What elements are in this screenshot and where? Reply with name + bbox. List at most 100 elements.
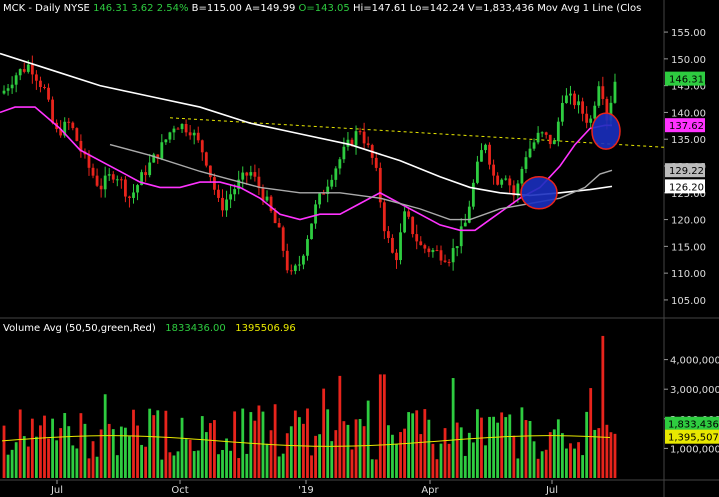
volume-bar [10,449,14,478]
candle-body [386,231,390,238]
candle-body [310,223,313,240]
candle-body [265,196,269,201]
volume-bar [43,415,46,478]
volume-bar [528,421,532,478]
volume-current: 1833436.00 [165,323,226,334]
volume-bar [71,445,75,478]
candle-body [378,167,382,203]
candle-body [297,264,301,266]
volume-bar [427,419,431,478]
candle-body [585,113,589,123]
volume-bar [99,429,103,478]
candle-body [411,216,415,235]
volume-bar [310,455,313,478]
candle-body [459,226,463,247]
candle-body [508,178,512,186]
volume-bar [281,453,285,478]
volume-bar [358,419,362,478]
candle-body [124,179,127,197]
volume-bar [407,412,411,478]
symbol-label: MCK - Daily NYSE [3,3,90,14]
volume-bar [144,446,148,478]
volume-bar [565,448,568,478]
volume-bar [540,451,544,478]
volume-bar [391,434,394,478]
volume-bar [334,430,338,478]
volume-bar [172,455,176,478]
candle-body [289,270,293,272]
candle-body [208,165,212,178]
candle-body [18,69,22,76]
volume-bar [63,413,67,478]
volume-bar [597,428,601,478]
volume-bar [354,419,358,478]
high-value: Hi=147.61 [352,3,407,14]
price-tag-label: 126.20 [669,182,704,193]
volume-bar [500,412,504,478]
candle-body [560,102,564,122]
price-tick-label: 115.00 [671,242,706,253]
candle-body [6,88,10,91]
volume-bar [451,378,455,478]
candle-body [463,222,467,227]
volume-bar [119,426,123,478]
volume-avg-label: Volume Avg (50,50,green,Red) [3,323,156,334]
volume-tick-label: 1,000,000 [670,444,719,455]
volume-bar [124,427,127,478]
volume-bar [362,426,366,478]
candle-body [148,162,152,176]
volume-bar [132,409,135,478]
candle-body [188,132,192,136]
candle-body [439,250,443,261]
candle-body [273,210,277,224]
volume-bar [496,422,500,478]
volume-bar [512,435,516,478]
candle-body [423,245,427,249]
volume-bar [152,415,156,478]
volume-bar [609,432,613,478]
volume-bar [95,456,99,478]
volume-bar [443,428,447,478]
volume-bar [306,408,309,478]
candle-body [10,84,14,89]
candle-body [14,75,18,85]
volume-bar [156,410,160,478]
candle-body [540,132,544,134]
y-axis: 105.00110.00115.00120.00125.00130.00135.… [664,28,719,455]
candle-body [180,123,184,130]
volume-bar [47,438,50,478]
volume-bar [613,433,617,478]
candle-body [22,69,26,72]
candle-body [285,250,289,271]
volume-bar [30,418,34,478]
volume-bar [245,453,249,478]
volume-bar [192,451,196,478]
candle-body [221,197,224,211]
candle-body [569,93,572,96]
candle-body [415,234,419,242]
volume-tick-label: 4,000,000 [670,356,719,367]
candle-body [500,179,504,185]
volume-bar [289,426,293,478]
volume-bar [455,422,459,478]
candle-body [548,134,552,145]
candle-body [419,241,423,246]
volume-bar [338,375,342,478]
volume-bar [378,374,382,478]
crossover-circle [591,112,621,150]
volume-bar [314,435,317,478]
volume-bar [532,441,536,478]
volume-bar [366,400,370,478]
candle-body [496,175,500,185]
candle-body [334,168,338,180]
volume-bar [285,433,289,478]
candle-body [196,132,200,141]
candle-body [471,182,475,207]
volume-bar [552,429,556,478]
candle-body [391,237,394,253]
x-tick-label: Jul [50,485,63,496]
candle-body [253,172,257,177]
volume-bar [601,335,605,478]
volume-bar [128,436,131,478]
candle-body [34,74,38,81]
